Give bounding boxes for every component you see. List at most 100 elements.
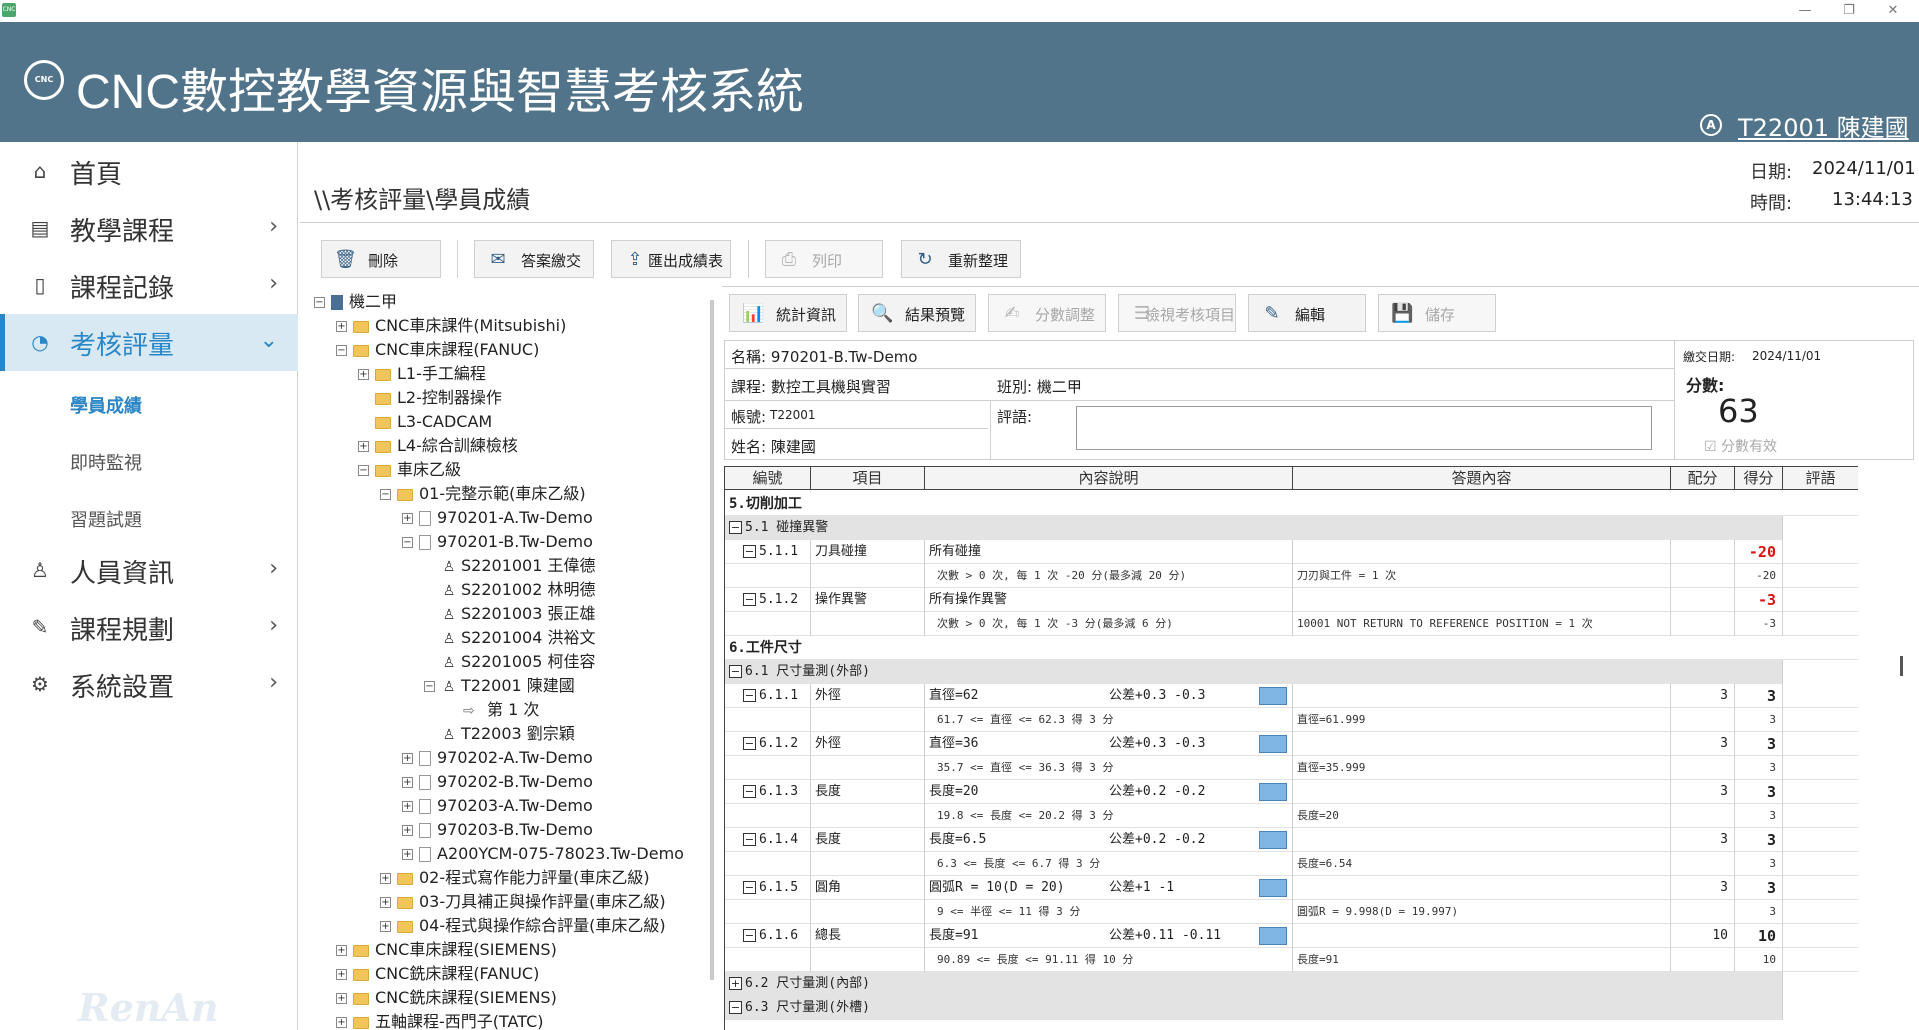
- table-row[interactable]: −6.1.4 長度 長度=6.5 公差+0.2 -0.2 3 3: [725, 828, 1858, 852]
- subnav-exercises[interactable]: 習題試題: [70, 506, 142, 532]
- tree-node[interactable]: L3-CADCAM: [358, 410, 492, 434]
- collapse-icon[interactable]: −: [743, 929, 756, 942]
- table-row[interactable]: −6.1.2 外徑 直徑=36 公差+0.3 -0.3 3 3: [725, 732, 1858, 756]
- measure-icon[interactable]: [1259, 687, 1287, 705]
- nav-personnel[interactable]: ♙ 人員資訊 ›: [0, 542, 298, 599]
- expand-icon[interactable]: +: [402, 825, 413, 836]
- expand-icon[interactable]: +: [336, 969, 347, 980]
- collapse-icon[interactable]: −: [743, 881, 756, 894]
- score-adjust-button[interactable]: ✍ 分數調整: [988, 294, 1106, 332]
- tree-node[interactable]: + L4-綜合訓練檢核: [358, 434, 518, 458]
- table-row[interactable]: 90.89 <= 長度 <= 91.11 得 10 分長度=91 10: [725, 948, 1858, 972]
- measure-icon[interactable]: [1259, 831, 1287, 849]
- table-row[interactable]: 9 <= 半徑 <= 11 得 3 分圓弧R = 9.998(D = 19.99…: [725, 900, 1858, 924]
- collapse-icon[interactable]: −: [743, 689, 756, 702]
- expand-icon[interactable]: +: [358, 369, 369, 380]
- table-row[interactable]: −5.1.2 操作異警 所有操作異警 -3: [725, 588, 1858, 612]
- column-header[interactable]: 得分: [1735, 466, 1783, 490]
- nav-records[interactable]: ▯ 課程記錄 ›: [0, 257, 298, 314]
- statistics-button[interactable]: 📊 統計資訊: [729, 294, 847, 332]
- subnav-student-scores[interactable]: 學員成績: [70, 392, 142, 418]
- delete-button[interactable]: 🗑 刪除: [321, 240, 441, 278]
- table-row[interactable]: 6.3 <= 長度 <= 6.7 得 3 分長度=6.54 3: [725, 852, 1858, 876]
- tree-node[interactable]: + CNC銑床課程(SIEMENS): [336, 986, 557, 1010]
- print-button[interactable]: ⎙ 列印: [765, 240, 883, 278]
- table-row[interactable]: −6.1.5 圓角 圓弧R = 10(D = 20) 公差+1 -1 3 3: [725, 876, 1858, 900]
- collapse-icon[interactable]: −: [424, 681, 435, 692]
- nav-assessment[interactable]: ◔ 考核評量 ⌄: [0, 314, 298, 371]
- tree-node[interactable]: +02-程式寫作能力評量(車床乙級): [380, 866, 650, 890]
- collapse-icon[interactable]: −: [358, 465, 369, 476]
- tree-node[interactable]: ♙ T22003 劉宗穎: [424, 722, 575, 746]
- edit-button[interactable]: ✎ 編輯: [1248, 294, 1366, 332]
- table-row[interactable]: 5.切削加工: [725, 492, 1858, 516]
- expand-icon[interactable]: +: [402, 513, 413, 524]
- tree-node[interactable]: +970202-B.Tw-Demo: [402, 770, 593, 794]
- column-header[interactable]: 評語: [1783, 466, 1858, 490]
- nav-home[interactable]: ⌂ 首頁: [0, 143, 298, 200]
- close-button[interactable]: ✕: [1871, 0, 1915, 22]
- minimize-button[interactable]: —: [1783, 0, 1827, 22]
- collapse-icon[interactable]: −: [729, 1001, 742, 1014]
- tree-node[interactable]: − ♙ T22001 陳建國: [424, 674, 575, 698]
- view-items-button[interactable]: ☰ 檢視考核項目: [1118, 294, 1236, 332]
- comment-input[interactable]: [1076, 406, 1652, 450]
- expand-icon[interactable]: +: [729, 977, 742, 990]
- tree-node[interactable]: + CNC銑床課程(FANUC): [336, 962, 539, 986]
- tree-node[interactable]: +970203-B.Tw-Demo: [402, 818, 593, 842]
- tree-node[interactable]: ♙ S2201001 王偉德: [424, 554, 596, 578]
- tree-node[interactable]: L2-控制器操作: [358, 386, 502, 410]
- tree-node[interactable]: + A200YCM-075-78023.Tw-Demo: [402, 842, 684, 866]
- expand-icon[interactable]: +: [336, 1017, 347, 1028]
- table-row[interactable]: −6.1.3 長度 長度=20 公差+0.2 -0.2 3 3: [725, 780, 1858, 804]
- column-header[interactable]: 內容說明: [925, 466, 1293, 490]
- user-link[interactable]: T22001 陳建國: [1738, 108, 1909, 143]
- tree-node[interactable]: ♙ S2201004 洪裕文: [424, 626, 596, 650]
- collapse-icon[interactable]: −: [402, 537, 413, 548]
- expand-icon[interactable]: +: [358, 441, 369, 452]
- nav-courses[interactable]: ▤ 教學課程 ›: [0, 200, 298, 257]
- collapse-icon[interactable]: −: [380, 489, 391, 500]
- nav-settings[interactable]: ⚙ 系統設置 ›: [0, 656, 298, 713]
- measure-icon[interactable]: [1259, 783, 1287, 801]
- table-row[interactable]: 61.7 <= 直徑 <= 62.3 得 3 分直徑=61.999 3: [725, 708, 1858, 732]
- expand-icon[interactable]: +: [380, 873, 391, 884]
- collapse-icon[interactable]: −: [743, 737, 756, 750]
- collapse-icon[interactable]: −: [743, 545, 756, 558]
- table-row[interactable]: −5.1.1 刀具碰撞 所有碰撞 -20: [725, 540, 1858, 564]
- collapse-icon[interactable]: −: [743, 785, 756, 798]
- table-row[interactable]: 35.7 <= 直徑 <= 36.3 得 3 分直徑=35.999 3: [725, 756, 1858, 780]
- measure-icon[interactable]: [1259, 927, 1287, 945]
- tree-node[interactable]: + CNC車床課件(Mitsubishi): [336, 314, 566, 338]
- tree-node[interactable]: + L1-手工編程: [358, 362, 486, 386]
- expand-icon[interactable]: +: [380, 897, 391, 908]
- column-header[interactable]: 答題內容: [1293, 466, 1671, 490]
- nav-planning[interactable]: ✎ 課程規劃 ›: [0, 599, 298, 656]
- expand-icon[interactable]: +: [336, 945, 347, 956]
- column-header[interactable]: 配分: [1671, 466, 1735, 490]
- collapse-icon[interactable]: −: [743, 833, 756, 846]
- column-header[interactable]: 編號: [725, 466, 811, 490]
- tree-node[interactable]: − CNC車床課程(FANUC): [336, 338, 539, 362]
- tree-node[interactable]: +970203-A.Tw-Demo: [402, 794, 593, 818]
- expand-icon[interactable]: +: [402, 801, 413, 812]
- refresh-button[interactable]: ↻ 重新整理: [901, 240, 1021, 278]
- collapse-icon[interactable]: −: [729, 521, 742, 534]
- measure-icon[interactable]: [1259, 879, 1287, 897]
- table-row[interactable]: −5.1 碰撞異警: [725, 516, 1858, 540]
- score-valid-checkbox[interactable]: ☑ 分數有效: [1704, 436, 1777, 456]
- table-row[interactable]: +6.2 尺寸量測(內部): [725, 972, 1858, 996]
- collapse-icon[interactable]: −: [336, 345, 347, 356]
- column-header[interactable]: 項目: [811, 466, 925, 490]
- table-row[interactable]: −6.3 尺寸量測(外槽): [725, 996, 1858, 1020]
- expand-icon[interactable]: +: [402, 753, 413, 764]
- export-scores-button[interactable]: ⇪ 匯出成績表: [611, 240, 731, 278]
- tree-node[interactable]: − 車床乙級: [358, 458, 461, 482]
- collapse-icon[interactable]: −: [729, 665, 742, 678]
- save-button[interactable]: 💾 儲存: [1378, 294, 1496, 332]
- table-row[interactable]: −6.1.6 總長 長度=91 公差+0.11 -0.11 10 10: [725, 924, 1858, 948]
- tree-node[interactable]: − 970201-B.Tw-Demo: [402, 530, 593, 554]
- expand-icon[interactable]: +: [336, 993, 347, 1004]
- collapse-icon[interactable]: −: [314, 297, 325, 308]
- table-row[interactable]: −6.1.1 外徑 直徑=62 公差+0.3 -0.3 3 3: [725, 684, 1858, 708]
